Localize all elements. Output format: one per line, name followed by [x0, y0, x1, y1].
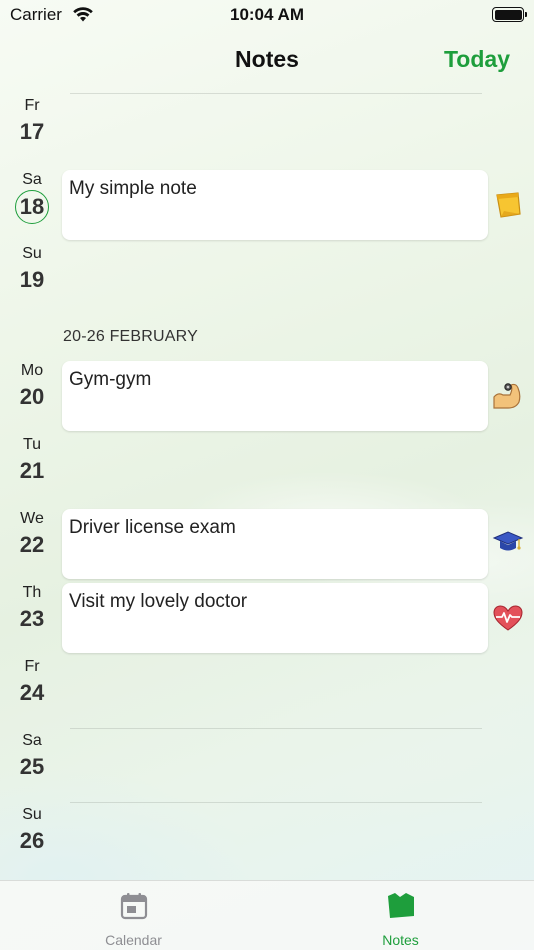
status-time: 10:04 AM: [229, 5, 304, 24]
day-wed-22[interactable]: We 22: [0, 510, 64, 558]
tab-notes[interactable]: Notes: [267, 881, 534, 950]
tab-calendar[interactable]: Calendar: [0, 881, 267, 950]
day-thu-23[interactable]: Th 23: [0, 584, 64, 632]
day-of-week: Fr: [24, 97, 40, 114]
note-card[interactable]: Gym-gym: [62, 361, 488, 431]
day-tue-21[interactable]: Tu 21: [0, 436, 64, 484]
day-number: 20: [19, 384, 45, 409]
day-number: 21: [19, 458, 45, 483]
graduation-cap-icon: [492, 526, 524, 558]
day-of-week: Sa: [22, 732, 42, 749]
row-separator: [70, 93, 482, 94]
day-of-week: Mo: [20, 362, 44, 379]
day-fri-17[interactable]: Fr 17: [0, 97, 64, 145]
day-number: 17: [19, 119, 45, 144]
calendar-icon: [119, 891, 149, 921]
day-of-week: Su: [22, 245, 42, 262]
day-of-week: We: [20, 510, 44, 527]
sticky-note-icon: [492, 189, 524, 221]
note-card[interactable]: Driver license exam: [62, 509, 488, 579]
battery-icon: [492, 7, 527, 22]
day-number: 19: [19, 267, 45, 292]
day-sat-18[interactable]: Sa 18: [0, 171, 64, 224]
day-number: 24: [19, 680, 45, 705]
day-of-week: Th: [22, 584, 42, 601]
note-card[interactable]: My simple note: [62, 170, 488, 240]
week-header: 20-26 FEBRUARY: [63, 328, 199, 345]
status-bar: Carrier 10:04 AM: [0, 0, 534, 32]
day-of-week: Sa: [22, 171, 42, 188]
tab-label: Calendar: [105, 932, 162, 948]
row-separator: [70, 802, 482, 803]
flexed-biceps-icon: [492, 380, 524, 412]
day-number: 23: [19, 606, 45, 631]
tab-label: Notes: [382, 932, 419, 948]
row-separator: [70, 728, 482, 729]
day-of-week: Su: [22, 806, 42, 823]
day-sat-25[interactable]: Sa 25: [0, 732, 64, 780]
day-of-week: Tu: [22, 436, 42, 453]
day-sun-19[interactable]: Su 19: [0, 245, 64, 293]
day-number: 22: [19, 532, 45, 557]
day-mon-20[interactable]: Mo 20: [0, 362, 64, 410]
day-of-week: Fr: [24, 658, 40, 675]
background-clouds: [0, 0, 534, 880]
day-number: 26: [19, 828, 45, 853]
note-icon: [386, 891, 416, 921]
today-day-number: 18: [15, 190, 49, 224]
day-sun-26[interactable]: Su 26: [0, 806, 64, 854]
day-fri-24[interactable]: Fr 24: [0, 658, 64, 706]
heartbeat-icon: [492, 602, 524, 634]
day-number: 25: [19, 754, 45, 779]
note-card[interactable]: Visit my lovely doctor: [62, 583, 488, 653]
tab-bar: Calendar Notes: [0, 880, 534, 950]
today-button[interactable]: Today: [444, 46, 510, 73]
